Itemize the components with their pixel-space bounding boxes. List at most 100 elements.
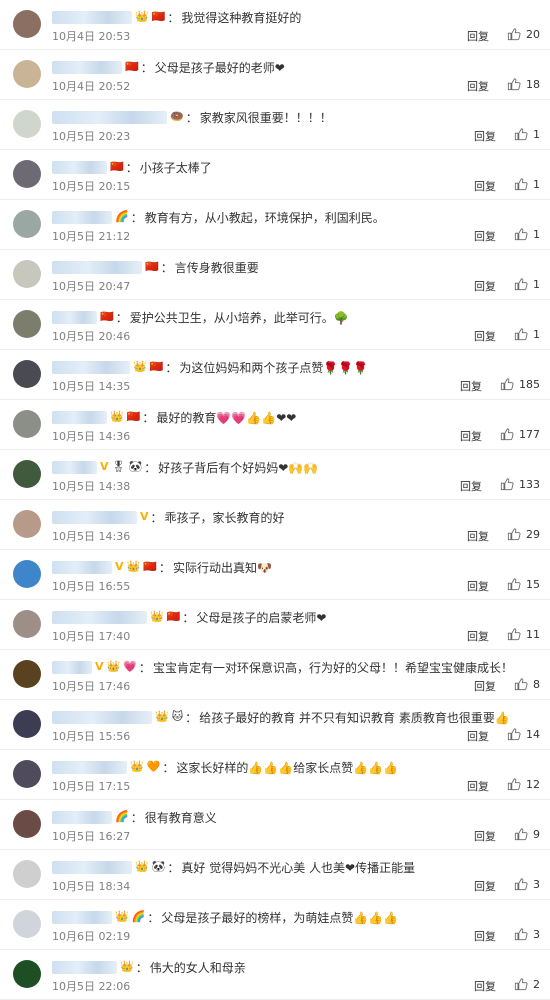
like-count: 14 — [526, 728, 540, 741]
username-blurred[interactable] — [52, 710, 152, 724]
like-thumb-icon[interactable] — [514, 877, 528, 891]
reply-button[interactable]: 回复 — [467, 778, 489, 794]
avatar[interactable] — [13, 410, 41, 438]
avatar[interactable] — [13, 510, 41, 538]
avatar[interactable] — [13, 260, 41, 288]
avatar[interactable] — [13, 360, 41, 388]
username-blurred[interactable] — [52, 60, 122, 74]
username-blurred[interactable] — [52, 510, 137, 524]
reply-button[interactable]: 回复 — [474, 128, 496, 144]
username-blurred[interactable] — [52, 110, 167, 124]
username-blurred[interactable] — [52, 810, 112, 824]
like-thumb-icon[interactable] — [507, 627, 521, 641]
comment-text: 我觉得这种教育挺好的 — [181, 10, 302, 25]
avatar[interactable] — [13, 710, 41, 738]
like-thumb-icon[interactable] — [507, 527, 521, 541]
comment-timestamp: 10月5日 20:47 — [52, 280, 131, 293]
reply-button[interactable]: 回复 — [474, 278, 496, 294]
reply-button[interactable]: 回复 — [474, 828, 496, 844]
like-thumb-icon[interactable] — [514, 977, 528, 991]
reply-button[interactable]: 回复 — [467, 628, 489, 644]
reply-button[interactable]: 回复 — [474, 678, 496, 694]
like-thumb-icon[interactable] — [507, 77, 521, 91]
avatar[interactable] — [13, 910, 41, 938]
comment-row: 👑 🧡：这家长好样的👍👍👍给家长点赞👍👍👍 10月5日 17:15 回复 12 — [0, 750, 550, 800]
like-thumb-icon[interactable] — [514, 127, 528, 141]
like-thumb-icon[interactable] — [514, 277, 528, 291]
username-blurred[interactable] — [52, 860, 132, 874]
reply-button[interactable]: 回复 — [467, 728, 489, 744]
avatar[interactable] — [13, 160, 41, 188]
username-blurred[interactable] — [52, 360, 130, 374]
comment-text: 给孩子最好的教育 并不只有知识教育 素质教育也很重要👍 — [199, 710, 510, 725]
avatar[interactable] — [13, 10, 41, 38]
reply-button[interactable]: 回复 — [467, 28, 489, 44]
username-blurred[interactable] — [52, 10, 132, 24]
username-blurred[interactable] — [52, 310, 97, 324]
like-thumb-icon[interactable] — [514, 827, 528, 841]
reply-button[interactable]: 回复 — [460, 478, 482, 494]
username-blurred[interactable] — [52, 210, 112, 224]
like-thumb-icon[interactable] — [514, 327, 528, 341]
username-blurred[interactable] — [52, 460, 97, 474]
comment-text: 伟大的女人和母亲 — [149, 960, 246, 975]
badge-icon: 🇨🇳 — [143, 560, 157, 573]
comment-text: 实际行动出真知🐶 — [172, 560, 272, 575]
avatar[interactable] — [13, 60, 41, 88]
like-thumb-icon[interactable] — [500, 427, 514, 441]
username-blurred[interactable] — [52, 560, 112, 574]
separator: ： — [167, 10, 180, 25]
like-thumb-icon[interactable] — [500, 377, 514, 391]
reply-button[interactable]: 回复 — [474, 978, 496, 994]
like-thumb-icon[interactable] — [514, 227, 528, 241]
like-thumb-icon[interactable] — [500, 477, 514, 491]
reply-button[interactable]: 回复 — [460, 378, 482, 394]
reply-button[interactable]: 回复 — [467, 528, 489, 544]
avatar[interactable] — [13, 810, 41, 838]
avatar[interactable] — [13, 760, 41, 788]
reply-button[interactable]: 回复 — [467, 78, 489, 94]
reply-button[interactable]: 回复 — [474, 228, 496, 244]
reply-button[interactable]: 回复 — [474, 328, 496, 344]
username-blurred[interactable] — [52, 760, 127, 774]
like-thumb-icon[interactable] — [507, 27, 521, 41]
comment-row: 👑 🇨🇳：父母是孩子的启蒙老师❤ 10月5日 17:40 回复 11 — [0, 600, 550, 650]
separator: ： — [125, 160, 138, 175]
badge-icon: 👑 — [135, 860, 149, 873]
username-blurred[interactable] — [52, 160, 107, 174]
like-thumb-icon[interactable] — [514, 677, 528, 691]
avatar[interactable] — [13, 660, 41, 688]
badge-icon: 👑 — [106, 660, 121, 673]
avatar[interactable] — [13, 460, 41, 488]
comment-timestamp: 10月5日 20:23 — [52, 130, 131, 143]
username-blurred[interactable] — [52, 410, 107, 424]
separator: ： — [147, 910, 160, 925]
avatar[interactable] — [13, 310, 41, 338]
badge-icon: V — [100, 460, 109, 473]
reply-button[interactable]: 回复 — [474, 928, 496, 944]
username-blurred[interactable] — [52, 910, 112, 924]
username-blurred[interactable] — [52, 960, 117, 974]
like-thumb-icon[interactable] — [507, 777, 521, 791]
avatar[interactable] — [13, 110, 41, 138]
username-blurred[interactable] — [52, 260, 142, 274]
avatar[interactable] — [13, 960, 41, 988]
username-blurred[interactable] — [52, 660, 92, 674]
separator: ： — [160, 260, 173, 275]
like-thumb-icon[interactable] — [514, 177, 528, 191]
username-blurred[interactable] — [52, 610, 147, 624]
like-thumb-icon[interactable] — [507, 577, 521, 591]
separator: ： — [182, 610, 195, 625]
avatar[interactable] — [13, 610, 41, 638]
reply-button[interactable]: 回复 — [474, 178, 496, 194]
reply-button[interactable]: 回复 — [467, 578, 489, 594]
avatar[interactable] — [13, 560, 41, 588]
like-thumb-icon[interactable] — [514, 927, 528, 941]
avatar[interactable] — [13, 860, 41, 888]
reply-button[interactable]: 回复 — [460, 428, 482, 444]
badge-icon: 🎖 — [111, 460, 126, 473]
like-thumb-icon[interactable] — [507, 727, 521, 741]
like-count: 15 — [526, 578, 540, 591]
avatar[interactable] — [13, 210, 41, 238]
reply-button[interactable]: 回复 — [474, 878, 496, 894]
